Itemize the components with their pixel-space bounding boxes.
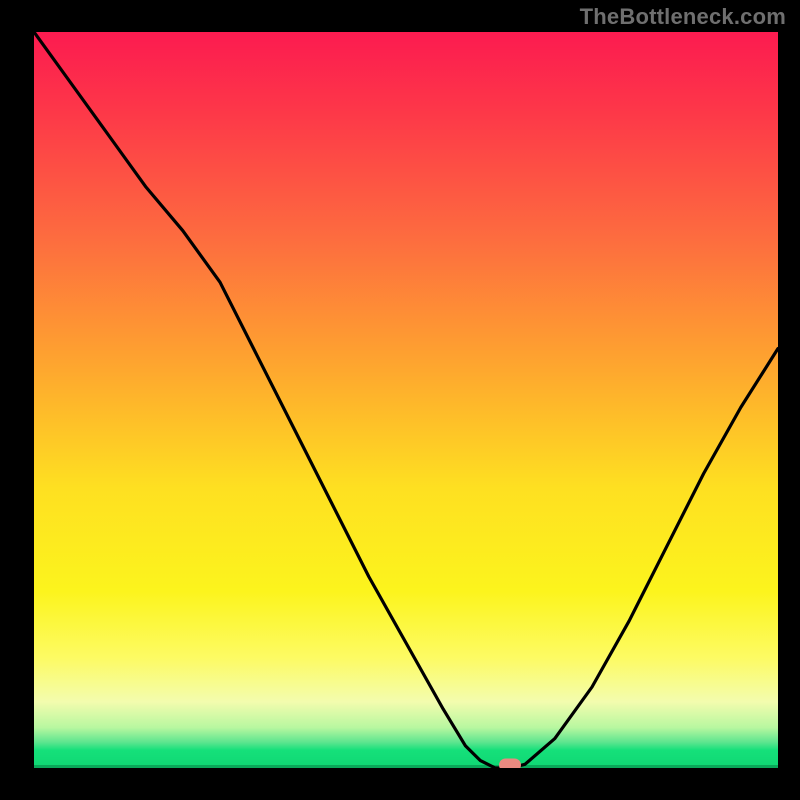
curve-svg: [34, 32, 778, 768]
chart-container: TheBottleneck.com: [0, 0, 800, 800]
bottleneck-curve: [34, 32, 778, 768]
watermark-text: TheBottleneck.com: [580, 4, 786, 30]
plot-area: [34, 32, 778, 768]
optimal-marker: [499, 759, 521, 769]
